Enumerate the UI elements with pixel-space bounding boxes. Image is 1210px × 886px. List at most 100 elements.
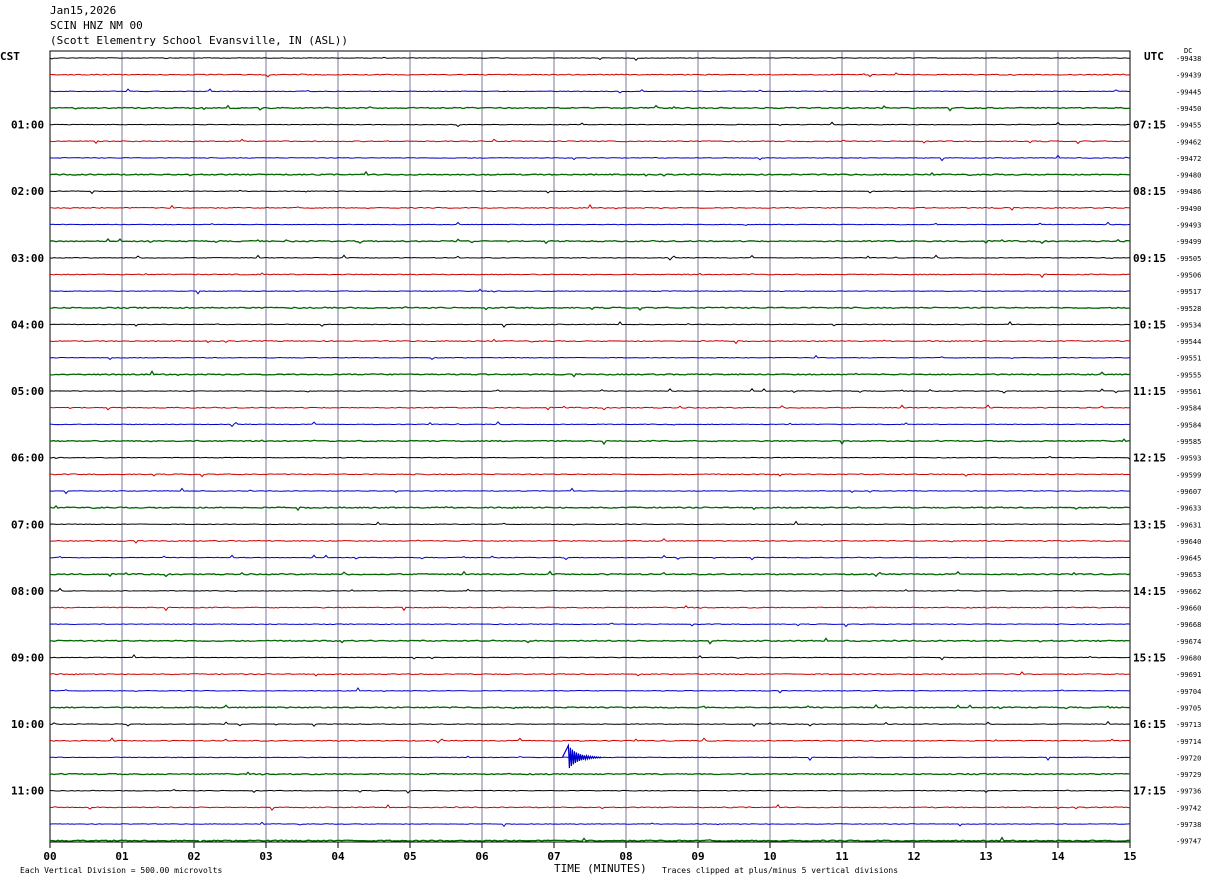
clip-note: Traces clipped at plus/minus 5 vertical … xyxy=(662,866,899,875)
dc-offset-label: -99486 xyxy=(1176,188,1201,196)
seismic-trace xyxy=(49,88,1131,94)
helicorder-plot: 01:00 02:00 03:00 04:00 05:00 06:00 07:00 08:00… xyxy=(11,50,1201,863)
seismic-trace xyxy=(49,771,1131,776)
right-hour-label: 09:15 xyxy=(1133,252,1166,265)
station-title: SCIN HNZ NM 00 xyxy=(50,19,143,32)
seismic-trace xyxy=(49,788,1131,794)
left-hour-label: 03:00 xyxy=(11,252,44,265)
left-hour-label: 07:00 xyxy=(11,518,44,531)
x-tick-label: 05 xyxy=(403,850,416,863)
seismic-trace xyxy=(49,404,1131,411)
seismic-trace xyxy=(49,505,1131,512)
right-hour-label: 16:15 xyxy=(1133,718,1166,731)
x-tick-label: 03 xyxy=(259,850,272,863)
seismic-trace xyxy=(49,720,1131,727)
left-hour-label: 01:00 xyxy=(11,119,44,132)
dc-offset-label: -99714 xyxy=(1176,738,1201,746)
x-tick-label: 04 xyxy=(331,850,345,863)
seismic-trace xyxy=(49,703,1131,710)
dc-offset-label: -99534 xyxy=(1176,321,1201,329)
x-tick-label: 09 xyxy=(691,850,704,863)
dc-offset-label: -99736 xyxy=(1176,788,1201,796)
dc-offset-label: -99490 xyxy=(1176,205,1201,213)
seismic-trace xyxy=(49,438,1131,446)
seismic-trace xyxy=(49,189,1131,195)
x-tick-label: 01 xyxy=(115,850,129,863)
seismic-trace xyxy=(49,321,1131,328)
dc-offset-label: -99493 xyxy=(1176,222,1201,230)
dc-offset-label: -99585 xyxy=(1176,438,1201,446)
right-hour-label: 14:15 xyxy=(1133,585,1166,598)
left-hour-label: 08:00 xyxy=(11,585,44,598)
seismic-trace xyxy=(49,803,1131,811)
seismic-trace xyxy=(49,121,1131,128)
left-hour-label: 05:00 xyxy=(11,385,44,398)
dc-offset-label: -99438 xyxy=(1176,55,1201,63)
dc-offset-label: -99653 xyxy=(1176,571,1201,579)
dc-offset-label: -99747 xyxy=(1176,838,1201,846)
right-hour-label: 07:15 xyxy=(1133,119,1166,132)
seismic-trace xyxy=(49,104,1131,112)
dc-offset-label: -99445 xyxy=(1176,88,1201,96)
seismic-trace xyxy=(49,387,1131,394)
seismic-trace xyxy=(49,737,1131,744)
seismic-trace xyxy=(49,204,1131,211)
right-hour-label: 15:15 xyxy=(1133,651,1166,664)
seismic-trace xyxy=(49,138,1131,145)
dc-offset-label: -99674 xyxy=(1176,638,1201,646)
seismic-trace xyxy=(49,520,1131,526)
dc-offset-label: -99506 xyxy=(1176,271,1201,279)
left-hour-label: 09:00 xyxy=(11,651,44,664)
seismic-trace xyxy=(49,421,1131,428)
seismic-trace xyxy=(49,56,1131,62)
dc-offset-label: -99505 xyxy=(1176,255,1201,263)
dc-offset-label: -99645 xyxy=(1176,555,1201,563)
seismic-trace xyxy=(49,622,1131,628)
dc-offset-label: -99668 xyxy=(1176,621,1201,629)
x-tick-label: 00 xyxy=(43,850,56,863)
dc-offset-label: -99633 xyxy=(1176,505,1201,513)
seismic-trace xyxy=(49,821,1131,828)
seismic-trace xyxy=(49,338,1131,345)
x-tick-label: 14 xyxy=(1051,850,1065,863)
right-timezone-label: UTC xyxy=(1144,50,1164,63)
seismic-trace xyxy=(49,538,1131,544)
dc-offset-label: -99480 xyxy=(1176,172,1201,180)
dc-offset-label: -99705 xyxy=(1176,704,1201,712)
x-tick-label: 10 xyxy=(763,850,776,863)
seismic-trace xyxy=(49,487,1131,495)
seismic-trace xyxy=(49,570,1131,578)
dc-offset-label: -99640 xyxy=(1176,538,1201,546)
dc-offset-label: -99561 xyxy=(1176,388,1201,396)
dc-offset-label: -99455 xyxy=(1176,122,1201,130)
station-location: (Scott Elementry School Evansville, IN (… xyxy=(50,34,349,47)
dc-offset-label: -99593 xyxy=(1176,455,1201,463)
left-hour-label: 10:00 xyxy=(11,718,44,731)
dc-offset-label: -99607 xyxy=(1176,488,1201,496)
dc-offset-label: -99439 xyxy=(1176,72,1201,80)
seismic-trace xyxy=(49,72,1131,78)
seismic-trace xyxy=(49,221,1131,227)
dc-offset-label: -99680 xyxy=(1176,654,1201,662)
seismic-trace xyxy=(49,272,1131,279)
seismic-trace xyxy=(49,554,1131,561)
dc-offset-label: -99720 xyxy=(1176,754,1201,762)
dc-offset-label: -99555 xyxy=(1176,371,1201,379)
dc-offset-label: -99517 xyxy=(1176,288,1201,296)
x-tick-label: 02 xyxy=(187,850,200,863)
dc-offset-label: -99704 xyxy=(1176,688,1201,696)
right-hour-label: 08:15 xyxy=(1133,185,1166,198)
right-hour-label: 10:15 xyxy=(1133,318,1166,331)
dc-offset-label: -99599 xyxy=(1176,471,1201,479)
seismic-trace xyxy=(49,473,1131,478)
seismic-trace xyxy=(49,238,1131,245)
plot-date: Jan15,2026 xyxy=(50,4,117,17)
right-hour-label: 17:15 xyxy=(1133,785,1166,798)
seismic-trace xyxy=(49,605,1131,612)
dc-offset-label: -99729 xyxy=(1176,771,1201,779)
dc-offset-label: -99713 xyxy=(1176,721,1201,729)
x-tick-label: 13 xyxy=(979,850,992,863)
seismic-event xyxy=(561,743,602,769)
x-tick-label: 11 xyxy=(835,850,849,863)
left-hour-label: 11:00 xyxy=(11,785,44,798)
